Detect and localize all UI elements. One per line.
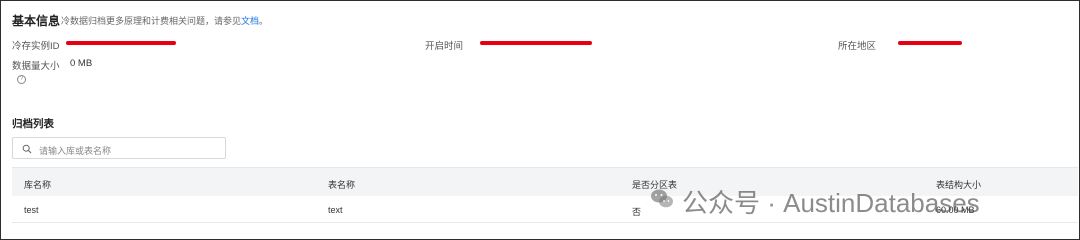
open-time-label: 开启时间 <box>425 41 464 52</box>
archive-list-title: 归档列表 <box>12 118 54 130</box>
cell-db-name: test <box>24 205 39 215</box>
cell-table-name: text <box>328 205 343 215</box>
region-label: 所在地区 <box>838 41 877 52</box>
wechat-icon <box>651 189 673 208</box>
data-size-value: 0 MB <box>70 58 93 69</box>
help-icon[interactable]: ? <box>17 75 26 84</box>
column-db-name: 库名称 <box>24 180 52 190</box>
basic-info-hint: 冷数据归档更多原理和计费相关问题，请参见文档。 <box>61 14 268 27</box>
data-size-label: 数据量大小 <box>12 61 60 72</box>
search-input[interactable]: 请输入库或表名称 <box>12 137 226 159</box>
search-placeholder: 请输入库或表名称 <box>39 146 112 156</box>
instance-id-label: 冷存实例ID <box>12 41 60 52</box>
search-icon <box>22 144 32 154</box>
column-table-name: 表名称 <box>328 180 356 190</box>
doc-link[interactable]: 文档 <box>241 16 259 26</box>
hint-text: 冷数据归档更多原理和计费相关问题，请参见 <box>61 16 242 26</box>
instance-id-redacted-value <box>66 41 176 45</box>
basic-info-title: 基本信息 <box>12 14 61 28</box>
cell-partitioned: 否 <box>632 207 642 217</box>
region-redacted-value <box>898 41 962 45</box>
open-time-redacted-value <box>480 41 592 45</box>
watermark-text: 公众号 · AustinDatabases <box>682 188 980 218</box>
hint-suffix: 。 <box>259 16 269 26</box>
